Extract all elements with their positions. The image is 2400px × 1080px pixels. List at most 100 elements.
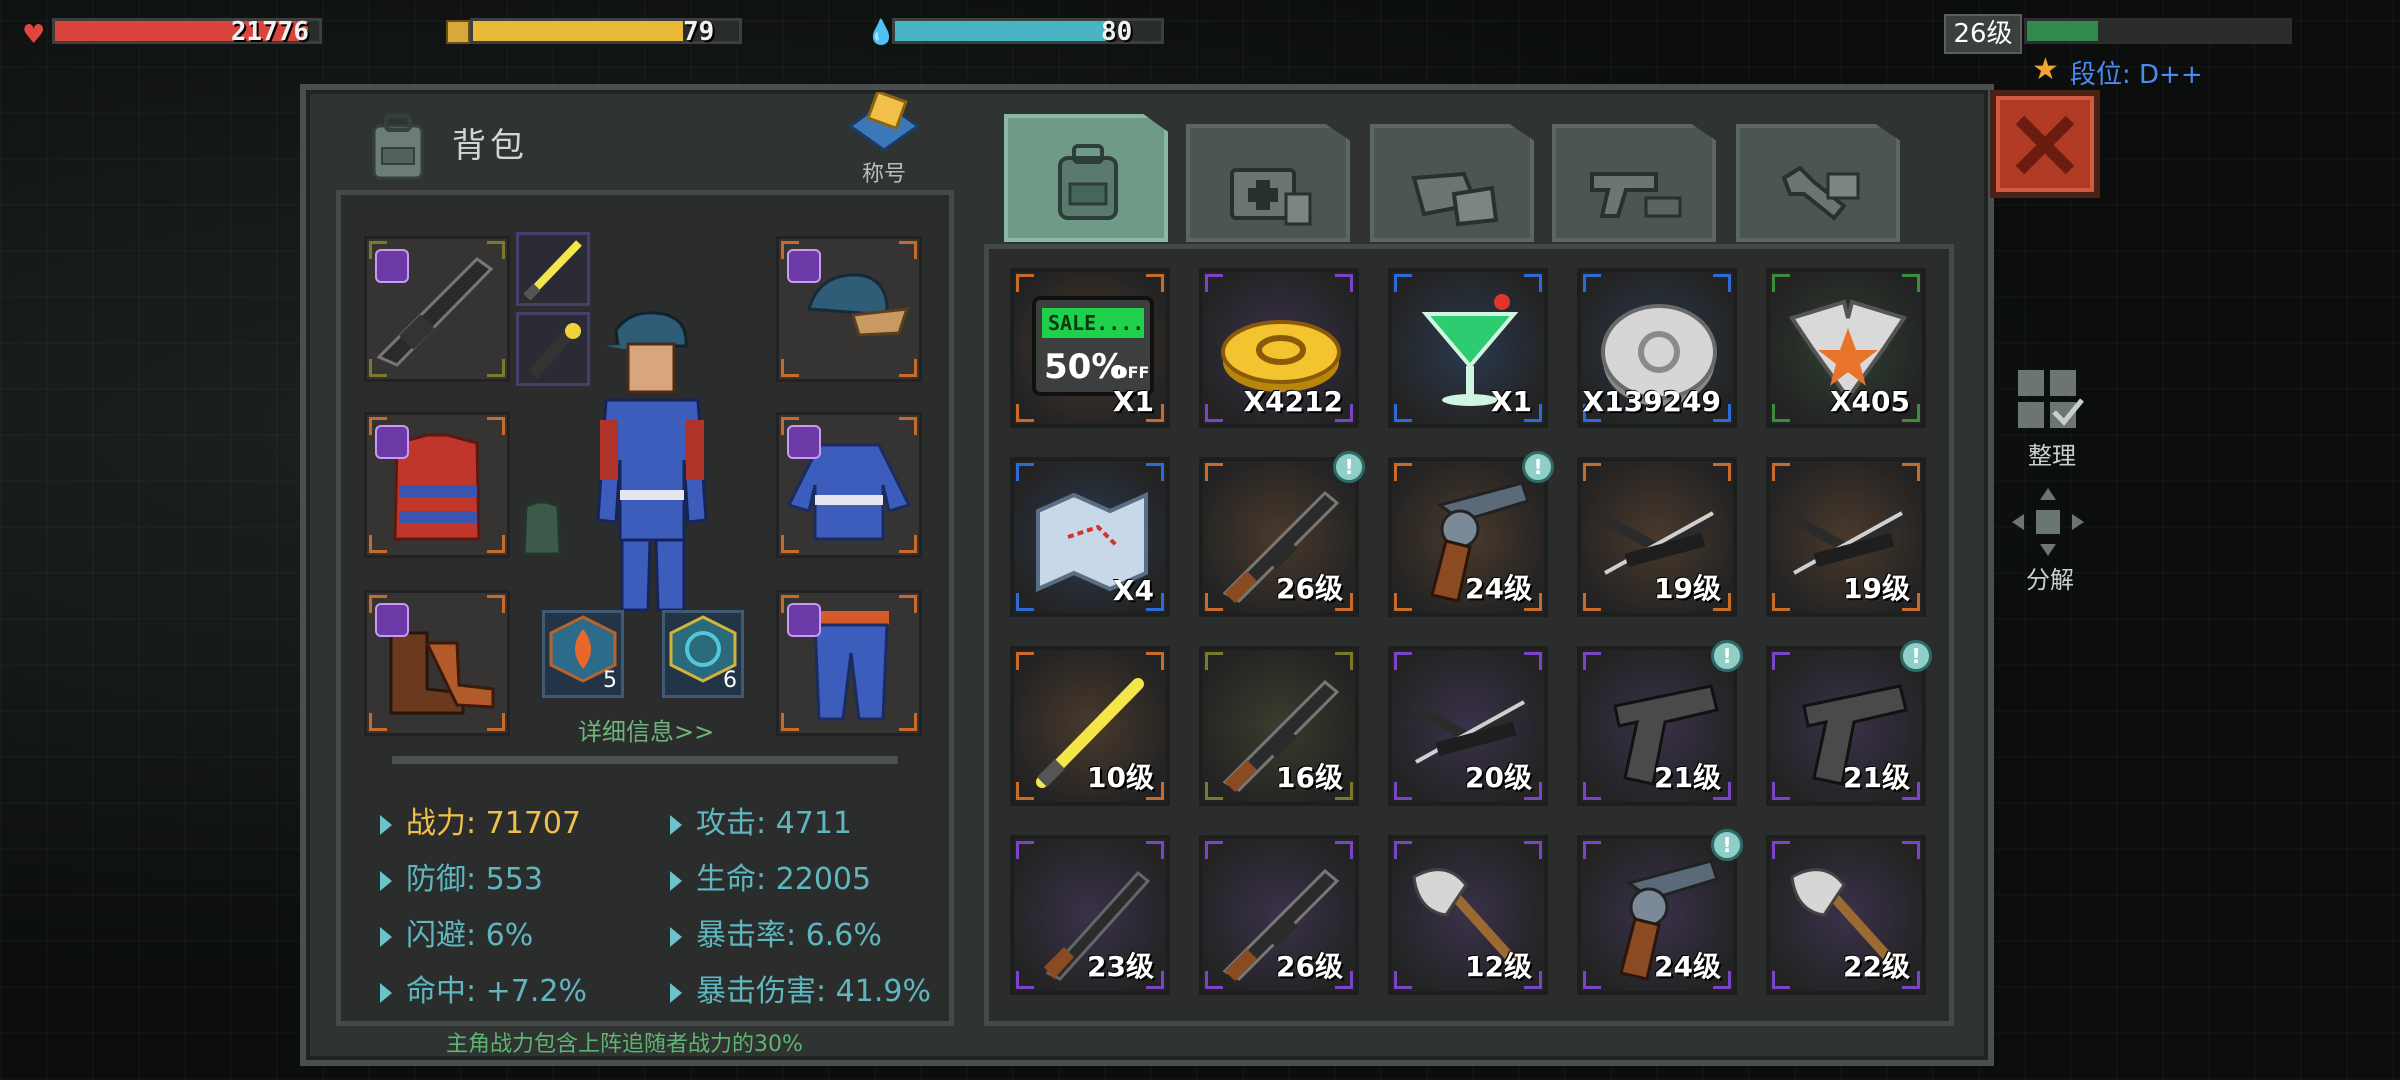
stat-crit-rate: 暴击率: 6.6% [670, 910, 882, 954]
stat-attack: 攻击: 4711 [670, 798, 852, 842]
stat-value: 22005 [775, 862, 872, 897]
inventory-slot[interactable]: 26级 [1199, 835, 1359, 995]
skill-badge-fire[interactable]: 5 [542, 610, 624, 698]
upgrade-gem-icon [787, 603, 821, 637]
stat-label: 命中 [406, 974, 466, 1009]
stat-value: 6% [485, 918, 534, 953]
slot-quantity: 10级 [1087, 761, 1154, 794]
new-item-alert-badge: ! [1900, 640, 1932, 672]
svg-text:OFF: OFF [1114, 363, 1149, 382]
stat-value: 553 [485, 862, 543, 897]
lightsaber-icon [523, 240, 582, 301]
upgrade-gem-icon [787, 425, 821, 459]
hunger-value: 79 [683, 17, 715, 47]
upgrade-gem-icon [375, 249, 409, 283]
tab-materials[interactable] [1370, 124, 1534, 242]
close-button[interactable] [1990, 90, 2100, 198]
inventory-slot[interactable]: X4 [1010, 457, 1170, 617]
slot-quantity: 20级 [1465, 761, 1532, 794]
upgrade-gem-icon [787, 249, 821, 283]
inventory-slot[interactable]: X1 [1388, 268, 1548, 428]
detail-info-link[interactable]: 详细信息>> [578, 712, 714, 747]
slot-quantity: X139249 [1582, 385, 1721, 418]
tab-weapons[interactable] [1552, 124, 1716, 242]
slot-quantity: 24级 [1654, 950, 1721, 983]
inventory-slot[interactable]: 24级! [1388, 451, 1554, 617]
stat-label: 攻击 [696, 806, 756, 841]
combat-power-footnote: 主角战力包含上阵追随者战力的30% [446, 1032, 803, 1057]
inventory-slot[interactable]: 24级! [1577, 829, 1743, 995]
slot-quantity: 12级 [1465, 950, 1532, 983]
inventory-slot[interactable]: X405 [1766, 268, 1926, 428]
experience-bar [2024, 18, 2292, 44]
inventory-slot[interactable]: 20级 [1388, 646, 1548, 806]
new-item-alert-badge: ! [1711, 640, 1743, 672]
stat-label: 生命 [696, 862, 756, 897]
dismantle-label: 分解 [2026, 566, 2074, 594]
equip-slot-armor[interactable] [364, 412, 510, 558]
new-item-alert-badge: ! [1711, 829, 1743, 861]
title-badge-icon [847, 89, 921, 152]
inventory-slot[interactable]: 21级! [1766, 640, 1932, 806]
slot-quantity: 26级 [1276, 572, 1343, 605]
inventory-slot[interactable]: 19级 [1577, 457, 1737, 617]
materials-tab-icon [1411, 171, 1499, 227]
stat-label: 战力 [406, 806, 466, 841]
inventory-slot[interactable]: 23级 [1010, 835, 1170, 995]
stat-health: 生命: 22005 [670, 854, 871, 898]
bread-icon [446, 20, 470, 44]
slot-quantity: 16级 [1276, 761, 1343, 794]
new-item-alert-badge: ! [1522, 451, 1554, 483]
tab-medical[interactable] [1186, 124, 1350, 242]
tab-tools[interactable] [1736, 124, 1900, 242]
sort-button[interactable]: 整理 [2014, 366, 2084, 470]
wrench-tab-icon [1781, 165, 1860, 221]
slot-quantity: X4 [1112, 574, 1154, 607]
backpack-tab-icon [1058, 144, 1118, 220]
skill-badge-shield-level: 6 [723, 668, 737, 693]
skill-badge-shield[interactable]: 6 [662, 610, 744, 698]
upgrade-gem-icon [375, 425, 409, 459]
stat-crit-damage: 暴击伤害: 41.9% [670, 966, 931, 1010]
equip-slot-melee[interactable] [516, 232, 590, 306]
inventory-slot[interactable]: 12级 [1388, 835, 1548, 995]
slot-quantity: X1 [1112, 385, 1154, 418]
equip-slot-weapon[interactable] [364, 236, 510, 382]
stat-value: +7.2% [485, 974, 588, 1009]
inventory-slot[interactable]: X4212 [1199, 268, 1359, 428]
equip-slot-head[interactable] [776, 236, 922, 382]
tab-backpack[interactable] [1004, 114, 1168, 242]
stat-label: 闪避 [406, 918, 466, 953]
dismantle-button[interactable]: 分解 [2008, 486, 2088, 594]
inventory-slot[interactable]: 10级 [1010, 646, 1170, 806]
inventory-slot[interactable]: 16级 [1199, 646, 1359, 806]
stat-label: 暴击伤害 [696, 974, 816, 1009]
title-badge-button[interactable]: 称号 [842, 89, 926, 188]
slot-quantity: X4212 [1243, 385, 1343, 418]
slot-quantity: 26级 [1276, 950, 1343, 983]
inventory-slot[interactable]: 19级 [1766, 457, 1926, 617]
armor-silhouette-icon [522, 500, 562, 556]
stat-label: 防御 [406, 862, 466, 897]
inventory-slot[interactable]: 21级! [1577, 640, 1743, 806]
inventory-slot[interactable]: SALE.... 50% OFF X1 [1010, 268, 1170, 428]
new-item-alert-badge: ! [1333, 451, 1365, 483]
stat-value: 4711 [775, 806, 853, 841]
stat-combat-power: 战力: 71707 [380, 798, 581, 842]
player-character [596, 311, 708, 612]
slot-quantity: 19级 [1654, 572, 1721, 605]
health-bar: 21776 [52, 17, 322, 47]
medkit-tab-icon [1230, 168, 1312, 226]
svg-text:SALE....: SALE.... [1048, 311, 1144, 335]
equip-slot-boots[interactable] [364, 590, 510, 736]
inventory-slot[interactable]: 22级 [1766, 835, 1926, 995]
stat-label: 暴击率 [696, 918, 786, 953]
equip-slot-jacket[interactable] [776, 412, 922, 558]
rank-label: 段位: D++ [2070, 60, 2203, 90]
panel-title: 背包 [452, 126, 528, 166]
inventory-slot[interactable]: 26级! [1199, 451, 1365, 617]
inventory-slot[interactable]: X139249 [1577, 268, 1737, 428]
equip-slot-pants[interactable] [776, 590, 922, 736]
health-value: 21776 [230, 17, 309, 47]
slot-quantity: 24级 [1465, 572, 1532, 605]
